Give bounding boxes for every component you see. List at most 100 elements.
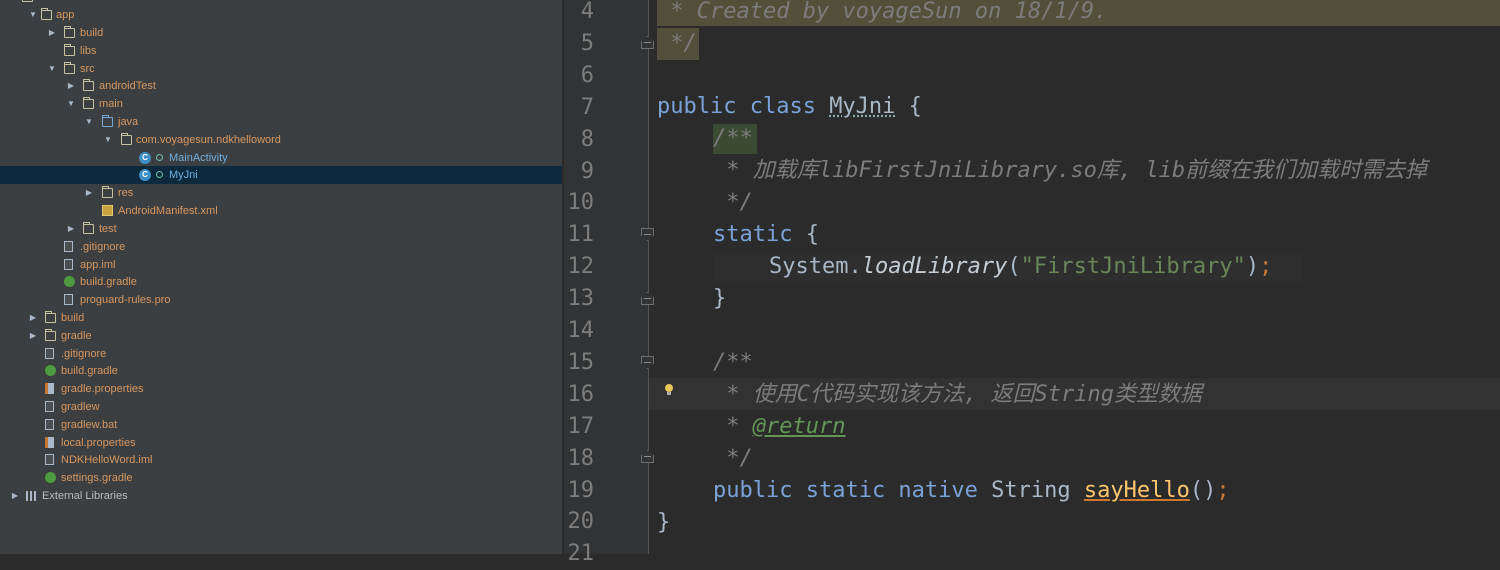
tree-item-label: build.gradle [80,276,137,288]
tree-item[interactable]: ▼ app [0,6,562,24]
javadoc-tag: @return [752,414,846,439]
comment-text: /** [713,126,753,151]
code-line-9[interactable]: * 加载库libFirstJniLibrary.so库, lib前缀在我们加载时… [713,155,1427,187]
tree-item[interactable]: app.iml [0,256,562,274]
tree-item-label: app.iml [80,259,116,271]
comment-text: */ [713,446,753,471]
expanded-arrow-icon[interactable]: ▼ [66,95,76,113]
tree-item[interactable]: proguard-rules.pro [0,291,562,309]
line-number: 6 [580,62,594,88]
expanded-arrow-icon[interactable]: ▼ [28,6,38,24]
tree-item-label: NDKHelloWord.iml [61,454,153,466]
gradle-icon [45,365,56,376]
tree-item-label: libs [80,45,97,57]
tree-item[interactable]: .gitignore [0,345,562,363]
tree-item[interactable]: ▼ com.voyagesun.ndkhelloword [0,131,562,149]
line-number: 5 [580,30,594,56]
code-line-10[interactable]: */ [713,187,753,219]
keyword: public static native [713,478,992,503]
class-icon: C [139,169,151,181]
collapsed-arrow-icon[interactable]: ▶ [28,309,38,327]
code-line-12[interactable]: System.loadLibrary("FirstJniLibrary"); [769,251,1272,283]
tree-item[interactable]: local.properties [0,434,562,452]
tree-item[interactable]: ▶ androidTest [0,77,562,95]
tree-item[interactable]: .gitignore [0,238,562,256]
tree-item[interactable]: ▶ build [0,24,562,42]
line-number: 14 [567,318,595,343]
expanded-arrow-icon[interactable]: ▼ [84,113,94,131]
tree-item-label: src [80,63,95,75]
code-line-5[interactable]: */ [657,28,697,60]
code-line-4[interactable]: * Created by voyageSun on 18/1/9. [657,0,1107,28]
folder-icon [64,26,75,38]
tree-item[interactable]: gradlew [0,398,562,416]
tree-item[interactable]: build.gradle [0,273,562,291]
tree-item[interactable]: C MainActivity [0,149,562,167]
iml-file-icon [45,454,54,465]
brace: } [713,286,727,311]
code-line-15[interactable]: /** [713,347,753,379]
code-line-11[interactable]: static { [713,219,819,251]
code-line-16[interactable]: * 使用C代码实现该方法, 返回String类型数据 [713,379,1202,411]
tree-item[interactable]: ▼ main [0,95,562,113]
paren: ( [1007,254,1021,279]
tree-item[interactable]: ▶ res [0,184,562,202]
code-line-19[interactable]: public static native String sayHello(); [713,475,1230,507]
code-line-20[interactable]: } [657,507,670,539]
line-number: 20 [567,509,595,535]
tree-item-label: gradle [61,330,92,342]
tree-item[interactable]: ▶ gradle [0,327,562,345]
tree-item[interactable]: ▼ src [0,60,562,78]
code-line-7[interactable]: public class MyJni { [657,91,922,123]
tree-item[interactable]: NDKHelloWord.iml [0,451,562,469]
line-number: 15 [567,349,595,375]
lightbulb-icon[interactable] [664,384,674,396]
access-modifier-icon [156,171,163,178]
tree-item[interactable]: ▶ External Libraries [0,487,562,505]
folder-icon [22,0,33,2]
text-file-icon [45,348,54,359]
collapsed-arrow-icon[interactable]: ▶ [66,77,76,95]
tree-item-label: MainActivity [169,152,228,164]
line-number: 13 [567,286,595,312]
expanded-arrow-icon[interactable]: ▼ [103,131,113,149]
xml-file-icon [102,205,113,216]
tree-item-label: .gitignore [80,241,126,253]
project-tree-panel: ▶ build ▼ app ▶ build libs ▼ src ▶ androidTest ▼ mai… [0,0,562,554]
collapsed-arrow-icon[interactable]: ▶ [84,184,94,202]
collapsed-arrow-icon[interactable]: ▶ [10,487,20,505]
code-line-17[interactable]: * @return [713,411,845,443]
code-line-8[interactable]: /** [713,123,753,155]
tree-item[interactable]: settings.gradle [0,469,562,487]
folder-icon [45,329,56,341]
tree-item[interactable]: AndroidManifest.xml [0,202,562,220]
collapsed-arrow-icon[interactable]: ▶ [28,327,38,345]
access-modifier-icon [156,154,163,161]
tree-item[interactable]: ▶ test [0,220,562,238]
collapsed-arrow-icon[interactable]: ▶ [47,24,57,42]
brace: { [792,222,819,247]
text-file-icon [45,419,54,430]
tree-item-label: app [56,9,75,21]
collapsed-arrow-icon[interactable]: ▶ [66,220,76,238]
tree-item[interactable]: gradlew.bat [0,416,562,434]
text-file-icon [64,294,73,305]
tree-item-label: main [99,98,123,110]
tree-item[interactable]: build.gradle [0,362,562,380]
code-line-18[interactable]: */ [713,443,753,475]
code-line-13[interactable]: } [713,283,726,315]
tree-item[interactable]: libs [0,42,562,60]
gradle-icon [64,276,75,287]
external-libraries-icon [26,491,38,501]
line-number: 16 [567,381,595,407]
text-file-icon [64,241,73,252]
tree-item-label: gradlew.bat [61,419,118,431]
tree-item[interactable]: ▼ java [0,113,562,131]
comment-text: * [713,414,753,439]
paren: ) [1245,254,1260,279]
tree-item-label: build [61,312,85,324]
tree-item[interactable]: C MyJni [0,166,562,184]
expanded-arrow-icon[interactable]: ▼ [47,60,57,78]
tree-item[interactable]: gradle.properties [0,380,562,398]
tree-item[interactable]: ▶ build [0,309,562,327]
